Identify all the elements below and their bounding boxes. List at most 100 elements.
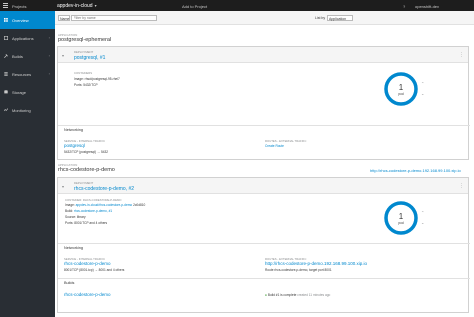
pod-unit: pod bbox=[398, 221, 404, 225]
image-link[interactable]: appdev-in-cloud/rhcs-codestore-p-demo bbox=[76, 203, 133, 207]
sidebar-item-label: Applications bbox=[12, 36, 34, 41]
sidebar: Overview Applications › Builds › Resourc… bbox=[0, 11, 55, 317]
sidebar-item-monitoring[interactable]: Monitoring bbox=[0, 101, 55, 119]
build-status: Build #1 is complete bbox=[267, 293, 297, 297]
overview-content: APPLICATION postgresql-ephemeral ▾ DEPLO… bbox=[55, 25, 474, 317]
image-value: rhscl/postgresql-95-rhel7 bbox=[84, 77, 120, 81]
user-menu[interactable]: openshift-dev bbox=[415, 4, 439, 9]
sidebar-item-label: Storage bbox=[12, 90, 27, 95]
sidebar-item-storage[interactable]: Storage bbox=[0, 83, 55, 101]
ports-value: 5432/TCP bbox=[83, 83, 98, 87]
service-card: ▾ DEPLOYMENT rhcs-codestore-p-demo, #2 ⋮… bbox=[57, 177, 470, 313]
source-label: Source: bbox=[65, 215, 76, 219]
sidebar-item-label: Monitoring bbox=[12, 108, 31, 113]
section-divider bbox=[58, 278, 470, 279]
networking-heading: Networking bbox=[64, 246, 83, 250]
service-link[interactable]: postgresql bbox=[64, 143, 85, 148]
top-navbar: Projects appdev-in-cloud ▾ Add to Project… bbox=[0, 0, 474, 11]
deployment-header[interactable]: ▾ DEPLOYMENT rhcs-codestore-p-demo, #2 ⋮ bbox=[58, 178, 468, 194]
ports-row: Ports: 5432/TCP bbox=[74, 83, 98, 87]
filter-toolbar: Name List by Application bbox=[55, 11, 474, 25]
service-card: ▾ DEPLOYMENT postgresql, #1 ⋮ CONTAINERS… bbox=[57, 46, 470, 160]
list-by-label: List by bbox=[315, 16, 326, 20]
pod-donut: 1 pod bbox=[384, 201, 418, 235]
ports-label: Ports: bbox=[74, 83, 83, 87]
containers-kicker: CONTAINERS bbox=[74, 71, 93, 75]
source-row: Source: library bbox=[65, 215, 86, 219]
ports-row: Ports: 8001/TCP and 4 others bbox=[65, 221, 107, 225]
build-label: Build: bbox=[65, 209, 73, 213]
scale-down-icon[interactable]: ⌄ bbox=[421, 91, 424, 96]
deployment-link[interactable]: postgresql, #1 bbox=[74, 55, 105, 61]
service-link[interactable]: rhcs-codestore-p-demo bbox=[64, 261, 111, 266]
chevron-right-icon: › bbox=[48, 71, 50, 76]
section-divider bbox=[58, 125, 470, 126]
chevron-down-icon[interactable]: ▾ bbox=[62, 184, 64, 189]
check-icon: ● bbox=[265, 293, 267, 297]
deployment-link[interactable]: rhcs-codestore-p-demo, #2 bbox=[74, 186, 134, 192]
cubes-icon bbox=[4, 36, 8, 40]
image-label: Image: bbox=[74, 77, 84, 81]
sidebar-item-applications[interactable]: Applications › bbox=[0, 29, 55, 47]
builds-icon bbox=[4, 54, 8, 58]
projects-link[interactable]: Projects bbox=[12, 4, 26, 9]
image-row: Image: rhscl/postgresql-95-rhel7 bbox=[74, 77, 120, 81]
deployment-kicker: DEPLOYMENT bbox=[74, 50, 94, 54]
sidebar-item-label: Builds bbox=[12, 54, 23, 59]
pod-donut: 1 pod bbox=[384, 72, 418, 106]
image-label: Image: bbox=[65, 203, 75, 207]
route-detail: Route rhcs-codestore-p-demo, target port… bbox=[265, 268, 332, 272]
image-row: Image: appdev-in-cloud/rhcs-codestore-p-… bbox=[65, 203, 145, 207]
scale-up-icon[interactable]: ⌃ bbox=[421, 210, 424, 215]
sidebar-item-builds[interactable]: Builds › bbox=[0, 47, 55, 65]
add-to-project-button[interactable]: Add to Project bbox=[182, 4, 207, 9]
sidebar-item-resources[interactable]: Resources › bbox=[0, 65, 55, 83]
build-config-link[interactable]: rhcs-codestore-p-demo bbox=[64, 292, 111, 297]
chevron-right-icon: › bbox=[48, 53, 50, 58]
routes-kicker: ROUTES - EXTERNAL TRAFFIC bbox=[265, 139, 307, 143]
networking-heading: Networking bbox=[64, 128, 83, 132]
image-hash: 2c0d810 bbox=[133, 203, 146, 207]
create-route-link[interactable]: Create Route bbox=[265, 144, 284, 148]
kebab-menu-icon[interactable]: ⋮ bbox=[459, 183, 464, 189]
sidebar-item-label: Resources bbox=[12, 72, 32, 77]
sidebar-item-overview[interactable]: Overview bbox=[0, 11, 55, 29]
build-status-row: ● Build #1 is complete created 11 minute… bbox=[265, 293, 330, 297]
source-value: library bbox=[76, 215, 86, 219]
project-switcher[interactable]: appdev-in-cloud ▾ bbox=[57, 3, 97, 9]
list-by-select[interactable]: Application bbox=[327, 15, 353, 21]
chevron-down-icon: ▾ bbox=[94, 3, 97, 8]
builds-heading: Builds bbox=[64, 281, 75, 285]
container-kicker: CONTAINER: RHCS-CODESTORE-P-DEMO bbox=[65, 198, 122, 202]
pod-count: 1 bbox=[399, 83, 404, 92]
dashboard-icon bbox=[4, 18, 8, 22]
service-ports: 8001/TCP (8001-tcp) → 8001 and 4 others bbox=[64, 268, 125, 272]
monitoring-icon bbox=[4, 108, 8, 112]
deployment-kicker: DEPLOYMENT bbox=[74, 181, 94, 185]
ports-value: 8001/TCP and 4 others bbox=[74, 221, 108, 225]
section-divider bbox=[58, 243, 470, 244]
deployment-header[interactable]: ▾ DEPLOYMENT postgresql, #1 ⋮ bbox=[58, 47, 468, 63]
build-time: created 11 minutes ago bbox=[297, 293, 331, 297]
service-ports: 5432/TCP (postgresql) → 5432 bbox=[64, 150, 109, 154]
chevron-right-icon: › bbox=[48, 35, 50, 40]
filter-type-select[interactable]: Name bbox=[58, 15, 70, 21]
app-route-link[interactable]: http://rhcs-codestore-p-demo.192.168.99.… bbox=[370, 168, 461, 173]
help-icon[interactable]: ? bbox=[403, 4, 405, 9]
kebab-menu-icon[interactable]: ⋮ bbox=[459, 52, 464, 58]
pod-unit: pod bbox=[398, 92, 404, 96]
project-name: appdev-in-cloud bbox=[57, 3, 93, 9]
resources-icon bbox=[4, 72, 8, 76]
app-name: rhcs-codestore-p-demo bbox=[58, 167, 115, 173]
build-link[interactable]: rhcs-codestore-p-demo, #1 bbox=[74, 209, 112, 213]
pod-count: 1 bbox=[399, 212, 404, 221]
chevron-down-icon[interactable]: ▾ bbox=[62, 53, 64, 58]
app-name: postgresql-ephemeral bbox=[58, 37, 112, 43]
sidebar-item-label: Overview bbox=[12, 18, 29, 23]
route-link[interactable]: http://rhcs-codestore-p-demo.192.168.99.… bbox=[265, 261, 367, 266]
storage-icon bbox=[4, 90, 8, 94]
scale-up-icon[interactable]: ⌃ bbox=[421, 81, 424, 86]
filter-input[interactable] bbox=[71, 15, 157, 21]
scale-down-icon[interactable]: ⌄ bbox=[421, 220, 424, 225]
hamburger-menu-icon[interactable] bbox=[3, 3, 8, 8]
